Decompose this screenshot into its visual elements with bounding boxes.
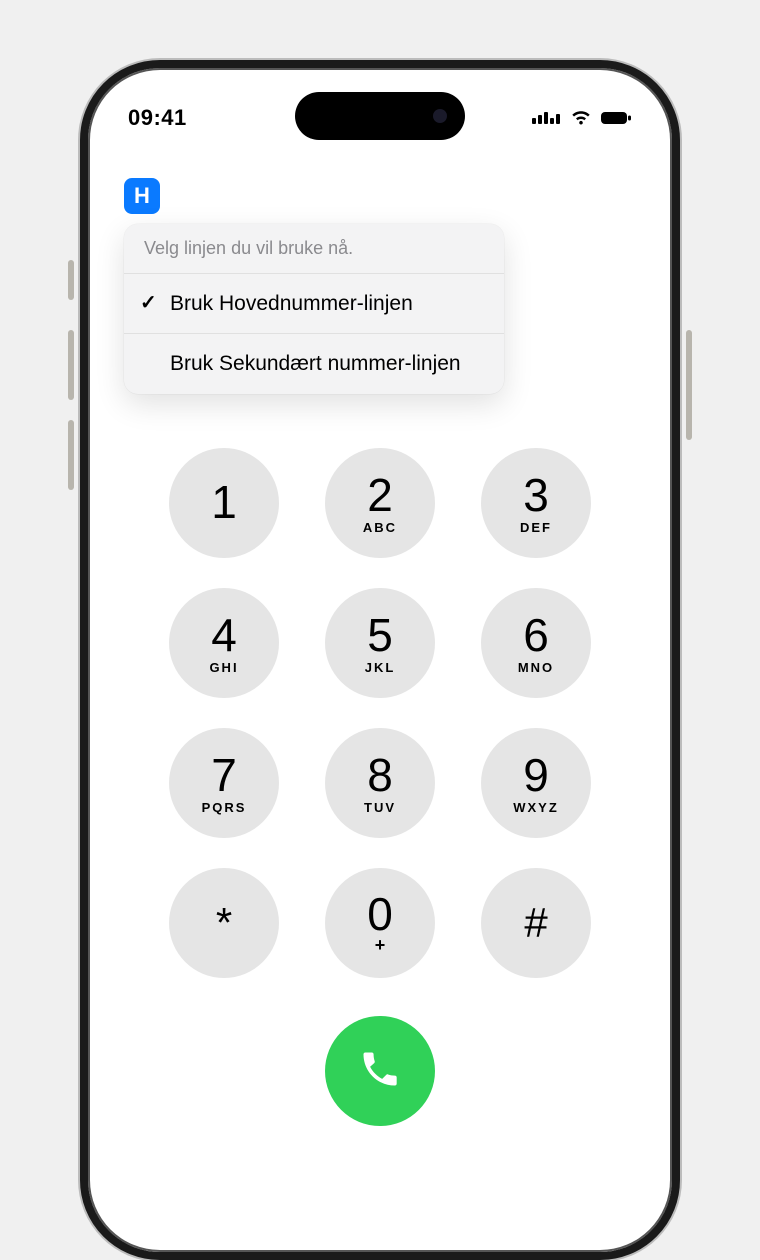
power-button xyxy=(686,330,692,440)
keypad-key-7[interactable]: 7 PQRS xyxy=(169,728,279,838)
keypad-letters: MNO xyxy=(518,660,554,675)
keypad-letters: PQRS xyxy=(202,800,247,815)
keypad-digit: 2 xyxy=(367,472,393,518)
keypad-key-star[interactable]: * xyxy=(169,868,279,978)
volume-down-button xyxy=(68,420,74,490)
keypad-digit: # xyxy=(524,902,547,944)
cellular-signal-icon xyxy=(532,108,562,129)
sim-line-letter: H xyxy=(134,183,150,209)
keypad-key-pound[interactable]: # xyxy=(481,868,591,978)
keypad-letters: GHI xyxy=(209,660,238,675)
keypad-digit: 9 xyxy=(523,752,549,798)
keypad-digit: 5 xyxy=(367,612,393,658)
keypad-key-4[interactable]: 4 GHI xyxy=(169,588,279,698)
keypad-digit: 1 xyxy=(211,479,237,525)
line-option-secondary[interactable]: Bruk Sekundært nummer-linjen xyxy=(124,333,504,393)
dynamic-island xyxy=(295,92,465,140)
line-option-label: Bruk Sekundært nummer-linjen xyxy=(170,352,461,375)
keypad-letters: JKL xyxy=(365,660,396,675)
keypad-key-2[interactable]: 2 ABC xyxy=(325,448,435,558)
line-selector-popover: Velg linjen du vil bruke nå. Bruk Hovedn… xyxy=(124,224,504,394)
keypad-letters: WXYZ xyxy=(513,800,559,815)
keypad-letters: + xyxy=(375,935,386,956)
volume-switch xyxy=(68,260,74,300)
keypad-key-3[interactable]: 3 DEF xyxy=(481,448,591,558)
battery-icon xyxy=(600,110,632,126)
keypad-digit: 0 xyxy=(367,891,393,937)
call-button[interactable] xyxy=(325,1016,435,1126)
volume-up-button xyxy=(68,330,74,400)
keypad-key-1[interactable]: 1 xyxy=(169,448,279,558)
line-option-primary[interactable]: Bruk Hovednummer-linjen xyxy=(124,274,504,333)
keypad-key-5[interactable]: 5 JKL xyxy=(325,588,435,698)
keypad-letters: DEF xyxy=(520,520,552,535)
keypad-grid: 1 2 ABC 3 DEF 4 GHI 5 JKL 6 MNO xyxy=(88,448,672,978)
keypad-key-6[interactable]: 6 MNO xyxy=(481,588,591,698)
keypad-digit: 3 xyxy=(523,472,549,518)
keypad-digit: * xyxy=(216,902,232,944)
phone-icon xyxy=(358,1047,402,1096)
line-selector-title: Velg linjen du vil bruke nå. xyxy=(124,224,504,274)
keypad-letters: ABC xyxy=(363,520,397,535)
phone-frame: 09:41 xyxy=(80,60,680,1260)
keypad-digit: 7 xyxy=(211,752,237,798)
keypad-key-9[interactable]: 9 WXYZ xyxy=(481,728,591,838)
keypad-key-0[interactable]: 0 + xyxy=(325,868,435,978)
line-option-label: Bruk Hovednummer-linjen xyxy=(170,292,413,315)
wifi-icon xyxy=(570,110,592,126)
keypad-digit: 8 xyxy=(367,752,393,798)
keypad-key-8[interactable]: 8 TUV xyxy=(325,728,435,838)
sim-line-badge[interactable]: H xyxy=(124,178,160,214)
phone-app-keypad-screen: H Velg linjen du vil bruke nå. Bruk Hove… xyxy=(88,68,672,1252)
status-time: 09:41 xyxy=(128,105,187,131)
keypad-digit: 4 xyxy=(211,612,237,658)
keypad-digit: 6 xyxy=(523,612,549,658)
keypad-letters: TUV xyxy=(364,800,396,815)
